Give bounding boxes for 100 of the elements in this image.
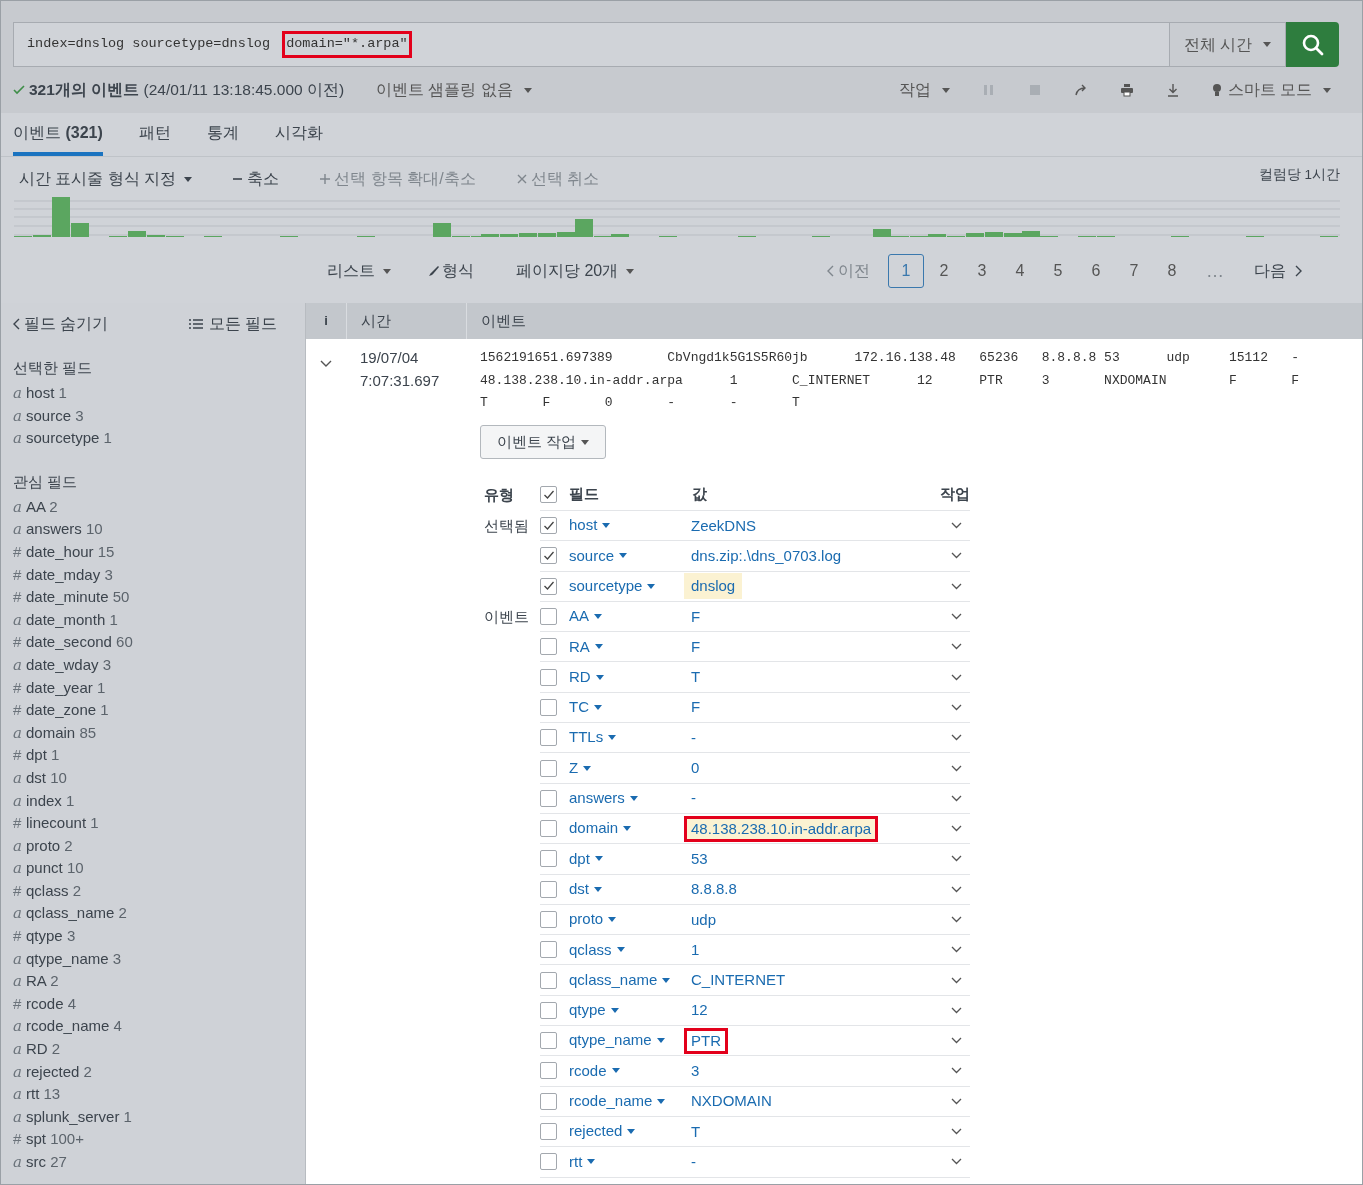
field-item[interactable]: # spt 100+ [13, 1128, 305, 1151]
field-checkbox[interactable] [540, 911, 557, 928]
field-actions-menu[interactable] [951, 734, 962, 742]
field-item[interactable]: a source 3 [13, 404, 305, 428]
field-name-menu[interactable]: RD [569, 665, 604, 689]
time-range-picker[interactable]: 전체 시간 [1168, 22, 1286, 67]
search-button[interactable] [1286, 22, 1339, 67]
field-actions-menu[interactable] [951, 1067, 962, 1075]
field-item[interactable]: a AA 2 [13, 495, 305, 519]
field-name-menu[interactable]: rcode [569, 1059, 620, 1083]
field-item[interactable]: a qclass_name 2 [13, 902, 305, 926]
field-value[interactable]: dnslog [684, 573, 743, 600]
page-button[interactable]: 6 [1078, 254, 1114, 288]
field-checkbox[interactable] [540, 547, 557, 565]
field-checkbox[interactable] [540, 1001, 557, 1019]
field-item[interactable]: a proto 2 [13, 834, 305, 858]
field-item[interactable]: a splunk_server 1 [13, 1105, 305, 1129]
field-value[interactable]: PTR [684, 1027, 728, 1054]
field-actions-menu[interactable] [951, 582, 962, 590]
field-name-menu[interactable]: rejected [569, 1120, 636, 1143]
field-name-menu[interactable]: proto [569, 908, 617, 931]
field-item[interactable]: a RD 2 [13, 1038, 305, 1061]
field-name-menu[interactable]: TTLs [569, 726, 617, 749]
field-value[interactable]: - [684, 785, 703, 812]
field-checkbox[interactable] [540, 820, 557, 838]
field-name-menu[interactable]: host [569, 514, 611, 537]
field-item[interactable]: # linecount 1 [13, 812, 305, 835]
page-button[interactable]: 3 [964, 254, 1000, 288]
field-checkbox[interactable] [540, 608, 557, 626]
field-value[interactable]: udp [684, 906, 724, 933]
field-actions-menu[interactable] [951, 522, 962, 530]
tab[interactable]: 시각화 [274, 113, 323, 156]
event-actions-menu[interactable]: 이벤트 작업 [480, 424, 607, 459]
list-view-menu[interactable]: 리스트 [327, 259, 391, 283]
field-actions-menu[interactable] [951, 1158, 962, 1166]
page-button[interactable]: 1 [888, 254, 924, 288]
field-actions-menu[interactable] [951, 825, 962, 833]
field-name-menu[interactable]: sourcetype [569, 575, 656, 598]
field-actions-menu[interactable] [951, 764, 962, 772]
field-item[interactable]: # qtype 3 [13, 925, 305, 948]
field-checkbox[interactable] [540, 789, 557, 807]
field-checkbox[interactable] [540, 1123, 557, 1141]
sampling-menu[interactable]: 이벤트 샘플링 없음 [368, 78, 540, 102]
field-actions-menu[interactable] [951, 613, 962, 621]
field-actions-menu[interactable] [951, 794, 962, 802]
field-actions-menu[interactable] [951, 552, 962, 560]
field-value[interactable]: F [684, 633, 708, 660]
field-item[interactable]: a host 1 [13, 382, 305, 405]
tab[interactable]: 패턴 [138, 113, 171, 156]
field-item[interactable]: a rejected 2 [13, 1060, 305, 1084]
field-name-menu[interactable]: TC [569, 696, 602, 719]
search-field[interactable]: index=dnslog sourcetype=dnslog domain="*.arpa" [13, 22, 1169, 67]
field-name-menu[interactable]: answers [569, 787, 638, 810]
field-checkbox[interactable] [540, 1092, 557, 1110]
field-item[interactable]: # date_zone 1 [13, 699, 305, 722]
field-item[interactable]: # date_mday 3 [13, 563, 305, 587]
field-name-menu[interactable]: rcode_name [569, 1090, 666, 1113]
field-value[interactable]: F [684, 603, 708, 630]
field-value[interactable]: NXDOMAIN [684, 1088, 779, 1115]
field-item[interactable]: a date_wday 3 [13, 653, 305, 677]
timeline-format-menu[interactable]: 시간 표시줄 형식 지정 [19, 167, 193, 191]
field-item[interactable]: a RA 2 [13, 970, 305, 993]
field-item[interactable]: # rcode 4 [13, 992, 305, 1016]
field-actions-menu[interactable] [951, 1128, 962, 1136]
field-value[interactable]: F [684, 694, 708, 721]
field-checkbox[interactable] [540, 517, 557, 535]
field-item[interactable]: # date_minute 50 [13, 586, 305, 609]
field-checkbox[interactable] [540, 638, 557, 656]
field-item[interactable]: a src 27 [13, 1151, 305, 1174]
printer-icon[interactable] [1119, 83, 1134, 97]
field-name-menu[interactable]: RA [569, 635, 603, 659]
field-value[interactable]: 0 [684, 755, 707, 781]
field-checkbox[interactable] [540, 850, 557, 868]
select-all-checkbox[interactable] [540, 486, 557, 503]
page-button[interactable]: 2 [926, 254, 962, 288]
format-button[interactable]: 형식 [427, 259, 474, 283]
all-fields-button[interactable]: 모든 필드 [188, 312, 277, 336]
hide-fields-button[interactable]: 필드 숨기기 [13, 312, 109, 336]
query-text[interactable]: index=dnslog sourcetype=dnslog [23, 31, 283, 58]
timeline-action-button[interactable]: 축소 [232, 167, 280, 191]
field-value[interactable]: dns.zip:.\dns_0703.log [684, 542, 849, 569]
field-actions-menu[interactable] [951, 976, 962, 984]
query-text[interactable]: domain="*.arpa" [282, 31, 412, 58]
field-item[interactable]: a domain 85 [13, 721, 305, 745]
field-value[interactable]: 3 [684, 1058, 707, 1084]
field-item[interactable]: a index 1 [13, 789, 305, 813]
field-value[interactable]: T [684, 1118, 708, 1145]
field-checkbox[interactable] [540, 1032, 557, 1050]
field-name-menu[interactable]: source [569, 544, 628, 568]
field-value[interactable]: - [684, 1148, 703, 1175]
field-actions-menu[interactable] [951, 673, 962, 681]
field-item[interactable]: # date_year 1 [13, 676, 305, 700]
field-name-menu[interactable]: qtype [569, 999, 619, 1022]
field-actions-menu[interactable] [951, 916, 962, 923]
field-actions-menu[interactable] [951, 855, 962, 863]
field-name-menu[interactable]: rtt [569, 1150, 596, 1174]
field-item[interactable]: a punct 10 [13, 857, 305, 880]
field-item[interactable]: # qclass 2 [13, 879, 305, 903]
field-item[interactable]: a qtype_name 3 [13, 947, 305, 971]
field-value[interactable]: 8.8.8.8 [684, 876, 744, 903]
